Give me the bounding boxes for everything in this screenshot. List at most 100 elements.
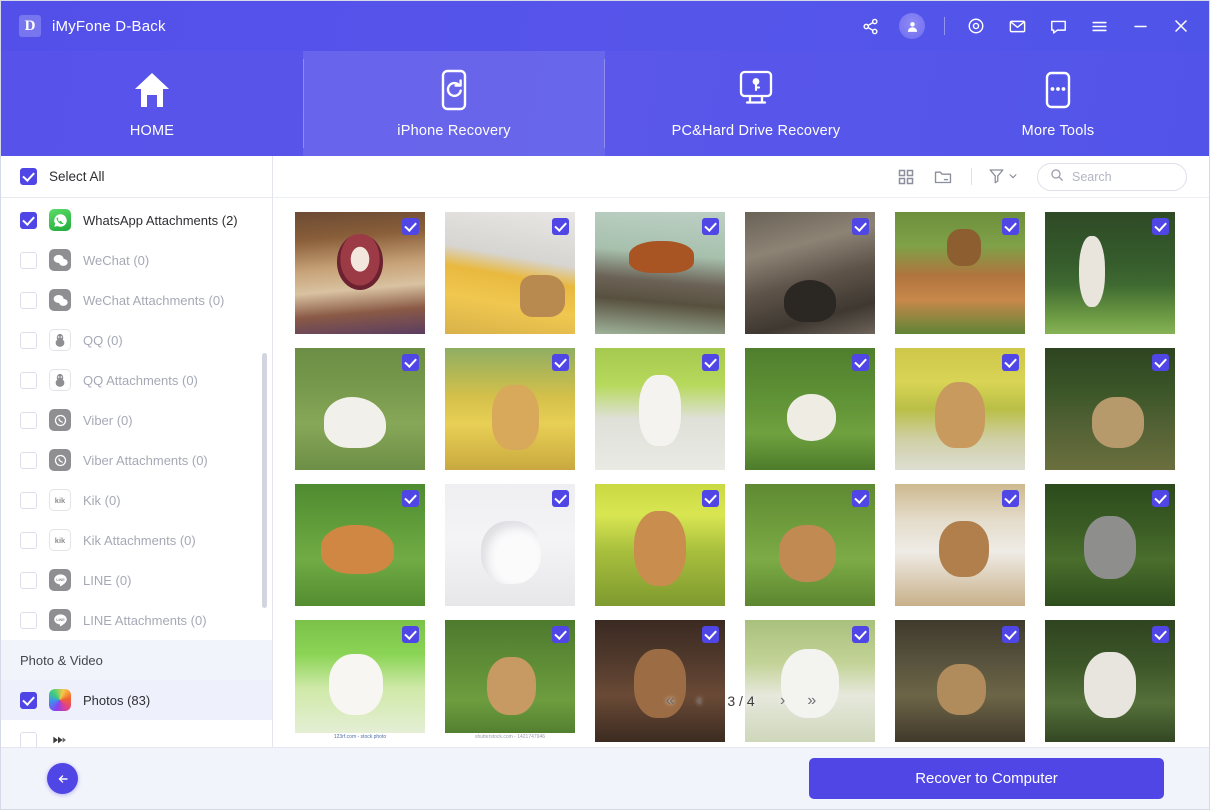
thumbnail-checkbox[interactable] xyxy=(402,218,419,235)
recover-to-computer-button[interactable]: Recover to Computer xyxy=(809,758,1164,799)
thumbnail-item[interactable] xyxy=(295,212,425,334)
thumbnail-checkbox[interactable] xyxy=(1152,490,1169,507)
thumbnail-item[interactable] xyxy=(895,212,1025,334)
close-icon[interactable] xyxy=(1169,14,1193,38)
filter-dropdown[interactable] xyxy=(988,167,1018,187)
thumbnail-item[interactable] xyxy=(895,484,1025,606)
thumbnail-item[interactable] xyxy=(1045,348,1175,470)
sidebar-item-partial[interactable] xyxy=(1,720,272,747)
grid-view-icon[interactable] xyxy=(894,165,918,189)
sidebar-item-whatsapp-attachments[interactable]: WhatsApp Attachments (2) xyxy=(1,200,272,240)
sidebar-item-viber-attachments[interactable]: Viber Attachments (0) xyxy=(1,440,272,480)
thumbnail-item[interactable] xyxy=(445,484,575,606)
sidebar-item-checkbox[interactable] xyxy=(20,292,37,309)
thumbnail-item[interactable]: 123rf.com - stock photo xyxy=(295,620,425,742)
thumbnail-item[interactable] xyxy=(745,348,875,470)
thumbnail-checkbox[interactable] xyxy=(552,490,569,507)
first-page-button[interactable]: « xyxy=(666,693,675,709)
thumbnail-checkbox[interactable] xyxy=(852,354,869,371)
sidebar-item-checkbox[interactable] xyxy=(20,572,37,589)
menu-icon[interactable] xyxy=(1087,14,1111,38)
thumbnail-checkbox[interactable] xyxy=(852,490,869,507)
share-icon[interactable] xyxy=(858,14,882,38)
thumbnail-checkbox[interactable] xyxy=(552,218,569,235)
thumbnail-checkbox[interactable] xyxy=(402,490,419,507)
sidebar-item-wechat[interactable]: WeChat (0) xyxy=(1,240,272,280)
sidebar-item-checkbox[interactable] xyxy=(20,732,37,748)
thumbnail-item[interactable] xyxy=(595,348,725,470)
sidebar-item-checkbox[interactable] xyxy=(20,372,37,389)
thumbnail-item[interactable] xyxy=(595,620,725,742)
sidebar-item-checkbox[interactable] xyxy=(20,332,37,349)
thumbnail-checkbox[interactable] xyxy=(702,218,719,235)
thumbnail-item[interactable] xyxy=(445,212,575,334)
thumbnail-checkbox[interactable] xyxy=(1002,218,1019,235)
thumbnail-checkbox[interactable] xyxy=(1002,490,1019,507)
thumbnail-item[interactable] xyxy=(745,484,875,606)
thumbnail-item[interactable] xyxy=(895,348,1025,470)
thumbnail-item[interactable] xyxy=(595,484,725,606)
thumbnail-checkbox[interactable] xyxy=(402,354,419,371)
thumbnail-checkbox[interactable] xyxy=(1002,354,1019,371)
sidebar-item-checkbox[interactable] xyxy=(20,452,37,469)
thumbnail-checkbox[interactable] xyxy=(702,354,719,371)
sidebar-scrollbar[interactable] xyxy=(262,353,267,608)
thumbnail-item[interactable] xyxy=(1045,620,1175,742)
select-all-checkbox[interactable] xyxy=(20,168,37,185)
thumbnail-item[interactable] xyxy=(745,620,875,742)
sidebar-item-checkbox[interactable] xyxy=(20,612,37,629)
sidebar-item-checkbox[interactable] xyxy=(20,532,37,549)
next-page-button[interactable]: › xyxy=(780,693,785,709)
thumbnail-item[interactable] xyxy=(595,212,725,334)
prev-page-button[interactable]: ‹ xyxy=(697,693,702,709)
last-page-button[interactable]: » xyxy=(807,693,816,709)
sidebar-item-line-attachments[interactable]: LINE LINE Attachments (0) xyxy=(1,600,272,640)
nav-tab-more-tools[interactable]: More Tools xyxy=(907,51,1209,156)
thumbnail-item[interactable] xyxy=(295,348,425,470)
thumbnail-checkbox[interactable] xyxy=(852,626,869,643)
thumbnail-item[interactable] xyxy=(295,484,425,606)
sidebar-item-viber[interactable]: Viber (0) xyxy=(1,400,272,440)
thumbnail-item[interactable]: shutterstock.com - 1421747946 xyxy=(445,620,575,742)
sidebar-item-photos[interactable]: Photos (83) xyxy=(1,680,272,720)
thumbnail-item[interactable] xyxy=(1045,212,1175,334)
select-all-row[interactable]: Select All xyxy=(1,156,272,198)
sidebar-item-checkbox[interactable] xyxy=(20,692,37,709)
thumbnail-checkbox[interactable] xyxy=(702,626,719,643)
sidebar-item-qq[interactable]: QQ (0) xyxy=(1,320,272,360)
sidebar-item-checkbox[interactable] xyxy=(20,252,37,269)
sidebar-item-qq-attachments[interactable]: QQ Attachments (0) xyxy=(1,360,272,400)
thumbnail-checkbox[interactable] xyxy=(852,218,869,235)
thumbnail-checkbox[interactable] xyxy=(1002,626,1019,643)
sidebar-item-kik[interactable]: kik Kik (0) xyxy=(1,480,272,520)
folder-view-icon[interactable] xyxy=(931,165,955,189)
nav-tab-pc-hard-drive-recovery[interactable]: PC&Hard Drive Recovery xyxy=(605,51,907,156)
nav-tab-home[interactable]: HOME xyxy=(1,51,303,156)
thumbnail-item[interactable] xyxy=(1045,484,1175,606)
sidebar-item-checkbox[interactable] xyxy=(20,492,37,509)
sidebar-item-line[interactable]: LINE LINE (0) xyxy=(1,560,272,600)
nav-tab-iphone-recovery[interactable]: iPhone Recovery xyxy=(303,51,605,156)
sidebar-item-wechat-attachments[interactable]: WeChat Attachments (0) xyxy=(1,280,272,320)
thumbnail-checkbox[interactable] xyxy=(402,626,419,643)
target-icon[interactable] xyxy=(964,14,988,38)
thumbnail-checkbox[interactable] xyxy=(1152,626,1169,643)
sidebar-item-checkbox[interactable] xyxy=(20,412,37,429)
back-button[interactable] xyxy=(47,763,78,794)
thumbnail-checkbox[interactable] xyxy=(702,490,719,507)
search-input[interactable] xyxy=(1072,170,1174,184)
search-box[interactable] xyxy=(1037,163,1187,191)
thumbnail-checkbox[interactable] xyxy=(1152,218,1169,235)
sidebar-item-checkbox[interactable] xyxy=(20,212,37,229)
thumbnail-item[interactable] xyxy=(745,212,875,334)
chat-icon[interactable] xyxy=(1046,14,1070,38)
minimize-icon[interactable] xyxy=(1128,14,1152,38)
thumbnail-checkbox[interactable] xyxy=(552,354,569,371)
sidebar-item-kik-attachments[interactable]: kik Kik Attachments (0) xyxy=(1,520,272,560)
thumbnail-item[interactable] xyxy=(895,620,1025,742)
thumbnail-item[interactable] xyxy=(445,348,575,470)
mail-icon[interactable] xyxy=(1005,14,1029,38)
account-avatar-icon[interactable] xyxy=(899,13,925,39)
thumbnail-checkbox[interactable] xyxy=(1152,354,1169,371)
thumbnail-checkbox[interactable] xyxy=(552,626,569,643)
